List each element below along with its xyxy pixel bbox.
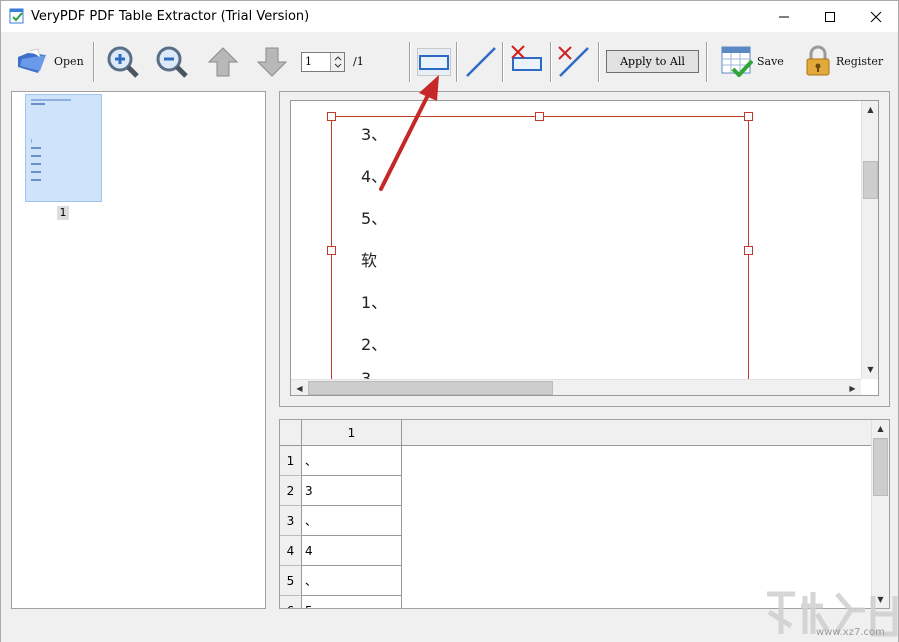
window-title: VeryPDF PDF Table Extractor (Trial Versi… [31, 9, 310, 24]
thumbnail-line [31, 103, 45, 105]
delete-rectangle-icon [511, 45, 542, 71]
open-folder-icon [18, 48, 46, 73]
selection-handle-top-center[interactable] [535, 112, 544, 121]
thumbnail-line [31, 139, 32, 143]
scroll-thumb[interactable] [873, 438, 888, 496]
row-header[interactable]: 6 [280, 596, 302, 608]
title-bar: VeryPDF PDF Table Extractor (Trial Versi… [1, 1, 898, 32]
toolbar-separator [706, 42, 708, 82]
maximize-button[interactable] [807, 1, 853, 32]
maximize-icon [825, 11, 835, 22]
register-button[interactable]: Register [804, 45, 883, 77]
grid-cell[interactable]: 、 [302, 566, 402, 596]
close-icon [870, 11, 882, 22]
row-header[interactable]: 1 [280, 446, 302, 476]
toolbar-separator [550, 42, 552, 82]
next-page-button[interactable] [256, 46, 288, 78]
zoom-out-button[interactable] [155, 45, 189, 79]
page-number-value: 1 [305, 55, 312, 68]
delete-line-button[interactable] [556, 44, 592, 80]
open-button[interactable]: Open [16, 47, 84, 75]
toolbar-separator [456, 42, 458, 82]
row-header[interactable]: 5 [280, 566, 302, 596]
grid-cell[interactable]: 、 [302, 506, 402, 536]
thumbnail-line [31, 163, 41, 165]
apply-to-all-button[interactable]: Apply to All [606, 50, 699, 73]
toolbar-separator [502, 42, 504, 82]
zoom-out-icon [156, 46, 188, 78]
minimize-button[interactable] [761, 1, 807, 32]
save-button[interactable]: Save [721, 45, 784, 77]
grid-corner[interactable] [280, 420, 302, 446]
padlock-icon [806, 45, 830, 76]
page-number-input[interactable]: 1 [301, 52, 345, 72]
delete-line-icon [558, 46, 589, 77]
scroll-right-button[interactable]: ▶ [844, 380, 861, 395]
rectangle-icon [419, 55, 449, 70]
page-total: /1 [353, 55, 364, 68]
open-label: Open [54, 54, 84, 68]
row-header[interactable]: 4 [280, 536, 302, 566]
save-label: Save [757, 54, 784, 68]
toolbar-separator [93, 42, 95, 82]
thumbnail-line [31, 155, 41, 157]
scroll-left-button[interactable]: ◀ [291, 380, 308, 395]
pdf-horizontal-scrollbar[interactable]: ◀ ▶ [291, 379, 861, 395]
page-spinner[interactable] [330, 53, 344, 71]
line-icon [466, 47, 496, 77]
scroll-thumb[interactable] [308, 381, 553, 395]
thumbnail-line [31, 179, 41, 181]
zoom-in-button[interactable] [106, 45, 140, 79]
table-row[interactable]: 3 、 [280, 506, 402, 536]
selection-handle-top-left[interactable] [327, 112, 336, 121]
arrow-up-icon [207, 47, 239, 77]
table-row[interactable]: 2 3 [280, 476, 402, 506]
selection-handle-middle-right[interactable] [744, 246, 753, 255]
results-grid[interactable]: 1 1 、 2 3 3 、 4 4 5 、 6 5 ▲ ▼ [279, 419, 890, 609]
delete-table-button[interactable] [509, 44, 545, 78]
grid-cell[interactable]: 4 [302, 536, 402, 566]
table-row[interactable]: 5 、 [280, 566, 402, 596]
row-header[interactable]: 2 [280, 476, 302, 506]
table-row[interactable]: 6 5 [280, 596, 402, 608]
spinner-arrows-icon [334, 56, 342, 68]
scroll-up-button[interactable]: ▲ [872, 420, 889, 437]
arrow-down-icon [256, 47, 288, 77]
thumbnail-pane: 1 [11, 91, 266, 609]
table-row[interactable]: 1 、 [280, 446, 402, 476]
grid-header-fill [402, 420, 872, 446]
selection-handle-top-right[interactable] [744, 112, 753, 121]
grid-cell[interactable]: 5 [302, 596, 402, 608]
table-row[interactable]: 4 4 [280, 536, 402, 566]
draw-line-button[interactable] [463, 44, 499, 80]
save-table-icon [721, 46, 753, 77]
scroll-up-button[interactable]: ▲ [862, 101, 878, 118]
zoom-in-icon [107, 46, 139, 78]
thumbnail-line [31, 147, 41, 149]
thumbnail-label: 1 [57, 206, 69, 220]
row-header[interactable]: 3 [280, 506, 302, 536]
toolbar-separator [598, 42, 600, 82]
selection-handle-middle-left[interactable] [327, 246, 336, 255]
pdf-vertical-scrollbar[interactable]: ▲ ▼ [861, 101, 878, 379]
app-icon [9, 8, 24, 24]
close-button[interactable] [853, 1, 899, 32]
app-window: VeryPDF PDF Table Extractor (Trial Versi… [0, 0, 899, 642]
page-thumbnail[interactable] [25, 94, 102, 202]
annotation-arrow [379, 75, 439, 191]
scroll-down-button[interactable]: ▼ [862, 361, 878, 378]
thumbnail-line [31, 171, 41, 173]
watermark-site: www.xz7.com [816, 627, 885, 638]
grid-cell[interactable]: 、 [302, 446, 402, 476]
grid-cell[interactable]: 3 [302, 476, 402, 506]
minimize-icon [779, 16, 789, 17]
previous-page-button[interactable] [207, 46, 239, 78]
grid-vertical-scrollbar[interactable]: ▲ ▼ [871, 420, 889, 608]
thumbnail-line [31, 99, 71, 101]
grid-column-header[interactable]: 1 [302, 420, 402, 446]
scroll-thumb[interactable] [863, 161, 878, 199]
register-label: Register [836, 54, 884, 68]
